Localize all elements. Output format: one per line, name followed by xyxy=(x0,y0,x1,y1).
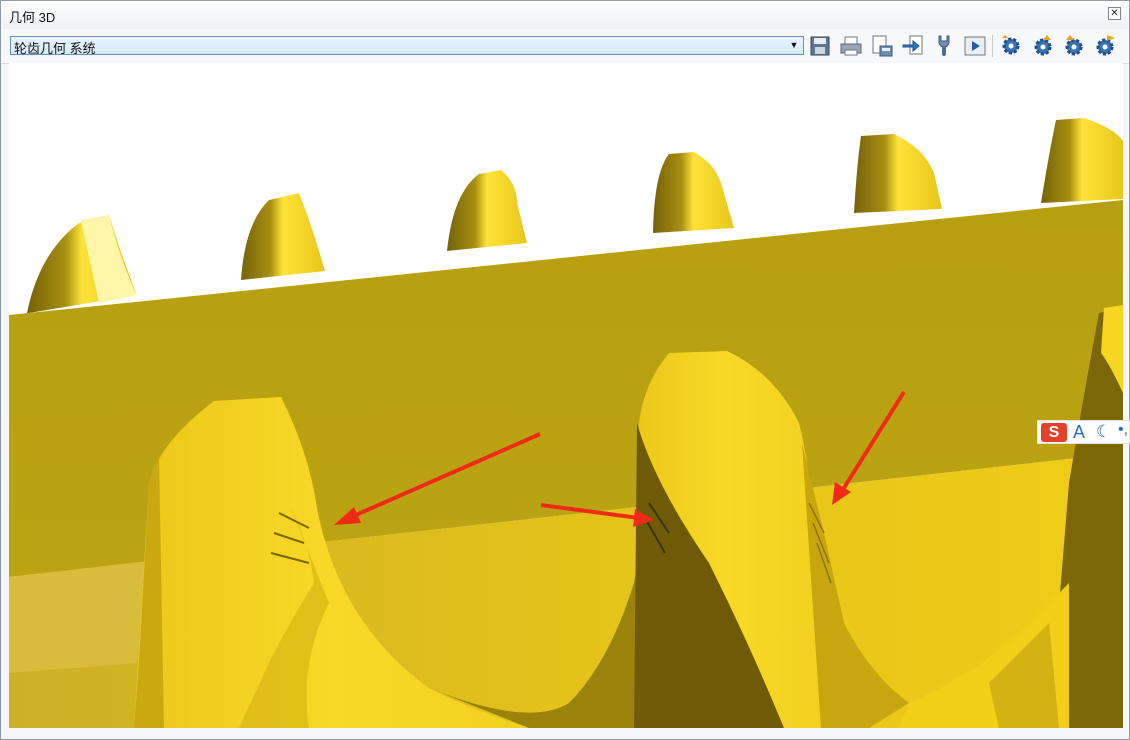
toolbar-separator xyxy=(992,35,993,57)
ime-mode-icon[interactable]: A xyxy=(1073,422,1085,443)
moon-icon[interactable]: ☾ xyxy=(1096,422,1111,442)
close-button[interactable]: ✕ xyxy=(1108,7,1121,20)
toolbar: 轮齿几何 系统 ▼ xyxy=(1,29,1129,64)
tool-icon[interactable] xyxy=(931,33,957,59)
settings-left-icon[interactable] xyxy=(1061,33,1087,59)
save-icon[interactable] xyxy=(807,33,833,59)
view-select[interactable]: 轮齿几何 系统 ▼ xyxy=(10,36,804,56)
print-icon[interactable] xyxy=(838,33,864,59)
title-bar: 几何 3D ✕ xyxy=(1,1,1129,29)
punctuation-icon[interactable]: •, xyxy=(1118,421,1128,439)
geometry-3d-window: 几何 3D ✕ 轮齿几何 系统 ▼ xyxy=(0,0,1130,740)
export-icon[interactable] xyxy=(900,33,926,59)
chevron-down-icon[interactable]: ▼ xyxy=(787,38,801,53)
view-select-value: 轮齿几何 系统 xyxy=(14,41,96,56)
print-preview-icon[interactable] xyxy=(869,33,895,59)
ime-logo-icon[interactable]: S xyxy=(1041,423,1067,442)
settings-right-icon[interactable] xyxy=(1092,33,1118,59)
settings-icon[interactable] xyxy=(998,33,1024,59)
settings-up-icon[interactable] xyxy=(1030,33,1056,59)
window-title: 几何 3D xyxy=(9,10,56,25)
gear-render xyxy=(9,118,1123,728)
ime-toolbar[interactable]: S A ☾ •, xyxy=(1037,420,1130,444)
3d-viewport[interactable] xyxy=(9,63,1123,728)
play-icon[interactable] xyxy=(962,33,988,59)
